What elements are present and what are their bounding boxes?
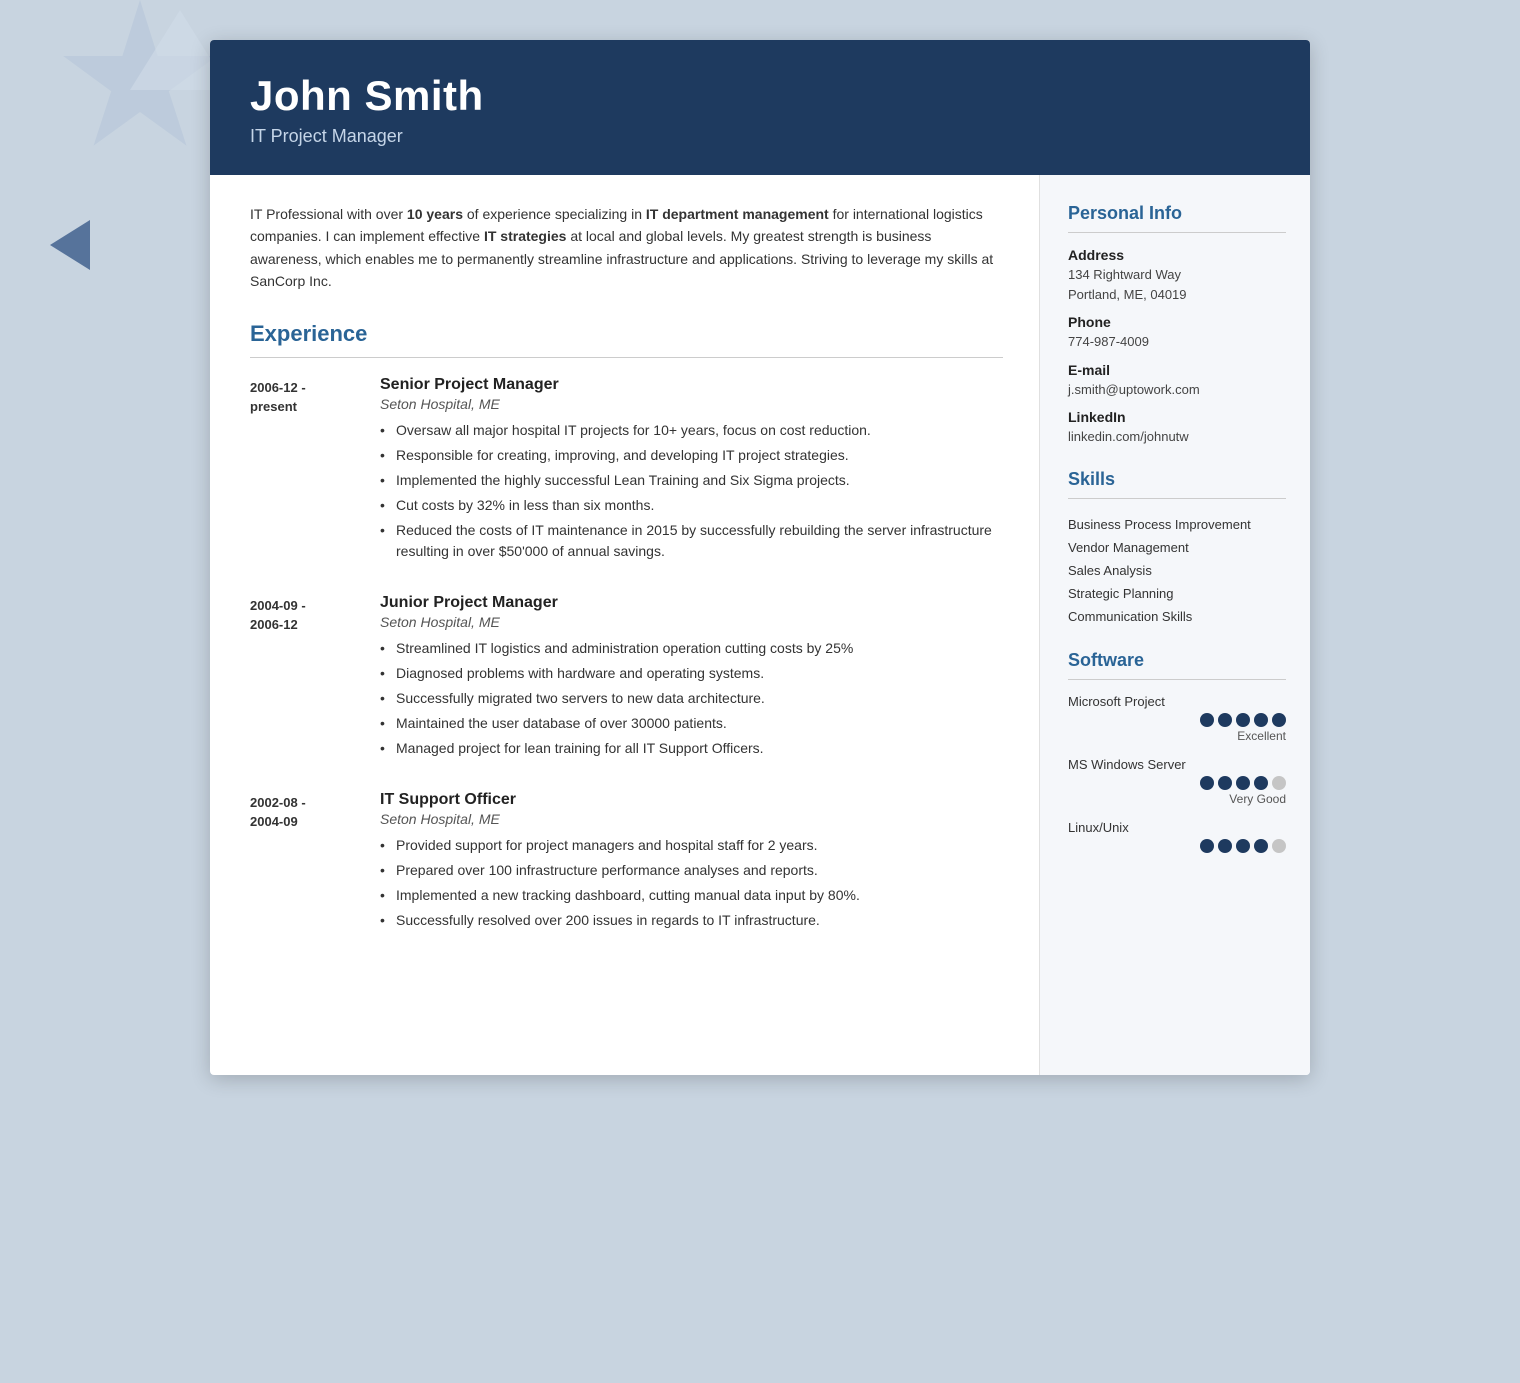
- software-rating-0: Excellent: [1068, 729, 1286, 743]
- skill-item-2: Sales Analysis: [1068, 559, 1286, 582]
- exp-details-2: Junior Project Manager Seton Hospital, M…: [380, 594, 1003, 763]
- sidebar: Personal Info Address 134 Rightward WayP…: [1040, 175, 1310, 1075]
- address-label: Address: [1068, 247, 1286, 263]
- exp-bullets-3: Provided support for project managers an…: [380, 835, 1003, 931]
- software-name-2: Linux/Unix: [1068, 820, 1286, 835]
- bullet-item: Implemented the highly successful Lean T…: [380, 470, 1003, 491]
- phone-label: Phone: [1068, 314, 1286, 330]
- bullet-item: Successfully resolved over 200 issues in…: [380, 910, 1003, 931]
- software-item-1: MS Windows Server Very Good: [1068, 757, 1286, 806]
- experience-section-title: Experience: [250, 321, 1003, 347]
- main-content: IT Professional with over 10 years of ex…: [210, 175, 1040, 1075]
- exp-entry-2: 2004-09 -2006-12 Junior Project Manager …: [250, 594, 1003, 763]
- bullet-item: Cut costs by 32% in less than six months…: [380, 495, 1003, 516]
- skill-item-4: Communication Skills: [1068, 605, 1286, 628]
- exp-company-2: Seton Hospital, ME: [380, 614, 1003, 630]
- phone-block: Phone 774-987-4009: [1068, 314, 1286, 352]
- resume-body: IT Professional with over 10 years of ex…: [210, 175, 1310, 1075]
- personal-info-title: Personal Info: [1068, 203, 1286, 224]
- dot: [1272, 776, 1286, 790]
- address-value: 134 Rightward WayPortland, ME, 04019: [1068, 265, 1286, 304]
- dot: [1236, 713, 1250, 727]
- software-name-0: Microsoft Project: [1068, 694, 1286, 709]
- exp-job-title-1: Senior Project Manager: [380, 376, 1003, 394]
- bullet-item: Provided support for project managers an…: [380, 835, 1003, 856]
- dot: [1236, 839, 1250, 853]
- skill-item-3: Strategic Planning: [1068, 582, 1286, 605]
- candidate-title: IT Project Manager: [250, 126, 1270, 147]
- dot: [1200, 839, 1214, 853]
- experience-divider: [250, 357, 1003, 358]
- exp-job-title-3: IT Support Officer: [380, 791, 1003, 809]
- linkedin-block: LinkedIn linkedin.com/johnutw: [1068, 409, 1286, 447]
- exp-bullets-1: Oversaw all major hospital IT projects f…: [380, 420, 1003, 562]
- exp-details-3: IT Support Officer Seton Hospital, ME Pr…: [380, 791, 1003, 935]
- skill-item-0: Business Process Improvement: [1068, 513, 1286, 536]
- software-dots-2: [1068, 839, 1286, 853]
- bullet-item: Prepared over 100 infrastructure perform…: [380, 860, 1003, 881]
- bullet-item: Diagnosed problems with hardware and ope…: [380, 663, 1003, 684]
- exp-job-title-2: Junior Project Manager: [380, 594, 1003, 612]
- dot: [1272, 713, 1286, 727]
- dot: [1218, 713, 1232, 727]
- bullet-item: Implemented a new tracking dashboard, cu…: [380, 885, 1003, 906]
- exp-entry-1: 2006-12 -present Senior Project Manager …: [250, 376, 1003, 566]
- bullet-item: Streamlined IT logistics and administrat…: [380, 638, 1003, 659]
- address-block: Address 134 Rightward WayPortland, ME, 0…: [1068, 247, 1286, 304]
- dot: [1254, 776, 1268, 790]
- exp-dates-2: 2004-09 -2006-12: [250, 594, 360, 763]
- exp-details-1: Senior Project Manager Seton Hospital, M…: [380, 376, 1003, 566]
- dot: [1254, 839, 1268, 853]
- bullet-item: Successfully migrated two servers to new…: [380, 688, 1003, 709]
- skill-item-1: Vendor Management: [1068, 536, 1286, 559]
- resume-header: John Smith IT Project Manager: [210, 40, 1310, 175]
- exp-dates-1: 2006-12 -present: [250, 376, 360, 566]
- resume-container: John Smith IT Project Manager IT Profess…: [210, 40, 1310, 1075]
- candidate-name: John Smith: [250, 72, 1270, 120]
- personal-info-divider: [1068, 232, 1286, 233]
- software-title: Software: [1068, 650, 1286, 671]
- software-dots-1: [1068, 776, 1286, 790]
- dot: [1272, 839, 1286, 853]
- email-label: E-mail: [1068, 362, 1286, 378]
- exp-dates-3: 2002-08 -2004-09: [250, 791, 360, 935]
- bullet-item: Reduced the costs of IT maintenance in 2…: [380, 520, 1003, 562]
- software-item-0: Microsoft Project Excellent: [1068, 694, 1286, 743]
- skills-title: Skills: [1068, 469, 1286, 490]
- bullet-item: Responsible for creating, improving, and…: [380, 445, 1003, 466]
- exp-company-3: Seton Hospital, ME: [380, 811, 1003, 827]
- dot: [1218, 776, 1232, 790]
- exp-company-1: Seton Hospital, ME: [380, 396, 1003, 412]
- phone-value: 774-987-4009: [1068, 332, 1286, 352]
- bullet-item: Maintained the user database of over 300…: [380, 713, 1003, 734]
- deco-arrow: [50, 220, 90, 270]
- linkedin-label: LinkedIn: [1068, 409, 1286, 425]
- bullet-item: Managed project for lean training for al…: [380, 738, 1003, 759]
- linkedin-value: linkedin.com/johnutw: [1068, 427, 1286, 447]
- exp-bullets-2: Streamlined IT logistics and administrat…: [380, 638, 1003, 759]
- exp-entry-3: 2002-08 -2004-09 IT Support Officer Seto…: [250, 791, 1003, 935]
- skills-divider: [1068, 498, 1286, 499]
- bullet-item: Oversaw all major hospital IT projects f…: [380, 420, 1003, 441]
- email-block: E-mail j.smith@uptowork.com: [1068, 362, 1286, 400]
- dot: [1254, 713, 1268, 727]
- summary-text: IT Professional with over 10 years of ex…: [250, 203, 1003, 293]
- software-item-2: Linux/Unix: [1068, 820, 1286, 853]
- dot: [1200, 776, 1214, 790]
- dot: [1200, 713, 1214, 727]
- software-rating-1: Very Good: [1068, 792, 1286, 806]
- dot: [1218, 839, 1232, 853]
- dot: [1236, 776, 1250, 790]
- email-value: j.smith@uptowork.com: [1068, 380, 1286, 400]
- software-divider: [1068, 679, 1286, 680]
- software-name-1: MS Windows Server: [1068, 757, 1286, 772]
- software-dots-0: [1068, 713, 1286, 727]
